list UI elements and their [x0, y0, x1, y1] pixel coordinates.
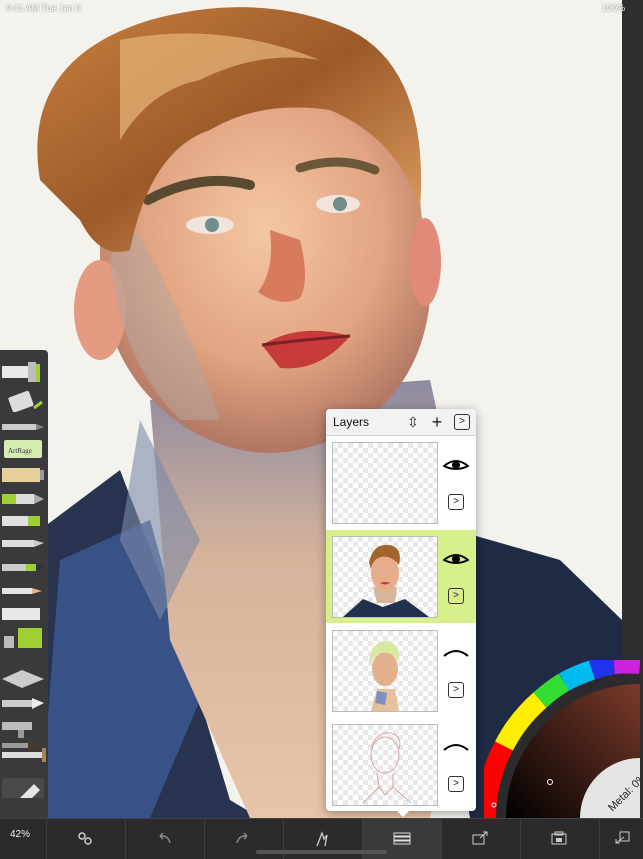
- tool-palette: ArtRage: [0, 350, 48, 820]
- paint-roller-icon[interactable]: [0, 360, 46, 382]
- layers-icon: [393, 832, 411, 845]
- battery-text: 100%: [601, 3, 625, 13]
- oil-brush-icon[interactable]: [0, 744, 46, 766]
- home-indicator: [256, 850, 387, 854]
- pencil-icon[interactable]: [0, 510, 46, 532]
- status-bar: 9:41 AM Tue Jan 9 100%: [0, 0, 643, 16]
- undo-button[interactable]: [125, 819, 204, 859]
- glitter-tube-icon[interactable]: [0, 390, 46, 412]
- add-layer-button[interactable]: +: [428, 413, 446, 431]
- chalk-icon[interactable]: [0, 580, 46, 602]
- layers-title: Layers: [333, 415, 370, 429]
- layer-more-button[interactable]: >: [448, 588, 464, 604]
- layer-row-3[interactable]: >: [326, 624, 476, 717]
- layers-header: Layers ⇳ + >: [326, 409, 476, 436]
- visible-eye-icon[interactable]: [443, 458, 469, 474]
- crayon-icon[interactable]: [0, 556, 46, 578]
- reference-icon: [316, 831, 328, 847]
- reorder-layers-button[interactable]: ⇳: [404, 413, 422, 431]
- layer-thumbnail: [332, 630, 438, 712]
- visible-eye-icon[interactable]: [443, 552, 469, 568]
- marker-icon[interactable]: [0, 488, 46, 510]
- layer-thumbnail: [332, 724, 438, 806]
- settings-icon: [78, 832, 92, 845]
- share-button[interactable]: [441, 819, 520, 859]
- redo-icon: [236, 832, 248, 844]
- layer-more-button[interactable]: >: [448, 776, 464, 792]
- paint-bucket-icon[interactable]: [0, 626, 46, 648]
- gallery-icon: [551, 831, 567, 845]
- ink-pen-icon[interactable]: [0, 532, 46, 554]
- status-time: 9:41 AM Tue Jan 9: [6, 3, 82, 13]
- layer-more-button[interactable]: >: [448, 494, 464, 510]
- layer-options-button[interactable]: >: [454, 414, 470, 430]
- color-picker[interactable]: Metal: 0%: [484, 660, 640, 818]
- settings-button[interactable]: [46, 819, 125, 859]
- layer-thumbnail: [332, 442, 438, 524]
- sticker-label: ArtRage: [8, 447, 32, 455]
- layers-panel: Layers ⇳ + > > > > >: [326, 409, 476, 811]
- undo-icon: [159, 832, 171, 844]
- hidden-eye-icon[interactable]: [443, 740, 469, 756]
- gallery-button[interactable]: [520, 819, 599, 859]
- selected-brush-icon[interactable]: [0, 776, 46, 798]
- paint-tube-icon[interactable]: [0, 464, 46, 486]
- layer-more-button[interactable]: >: [448, 682, 464, 698]
- back-icon: [615, 831, 630, 844]
- sticker-icon[interactable]: ArtRage: [0, 438, 46, 460]
- eraser-icon[interactable]: [0, 668, 46, 690]
- gloop-pen-icon[interactable]: [0, 692, 46, 714]
- share-icon: [472, 831, 488, 845]
- layer-row-1[interactable]: >: [326, 436, 476, 529]
- hidden-eye-icon[interactable]: [443, 646, 469, 662]
- palette-knife-icon[interactable]: [0, 602, 46, 624]
- airbrush-icon[interactable]: [0, 416, 46, 438]
- layer-thumbnail: [332, 536, 438, 618]
- layer-row-2[interactable]: >: [326, 530, 476, 623]
- back-button[interactable]: [599, 819, 643, 859]
- layer-row-4[interactable]: >: [326, 718, 476, 811]
- layers-panel-pointer: [396, 810, 410, 817]
- zoom-level[interactable]: 42%: [10, 829, 30, 840]
